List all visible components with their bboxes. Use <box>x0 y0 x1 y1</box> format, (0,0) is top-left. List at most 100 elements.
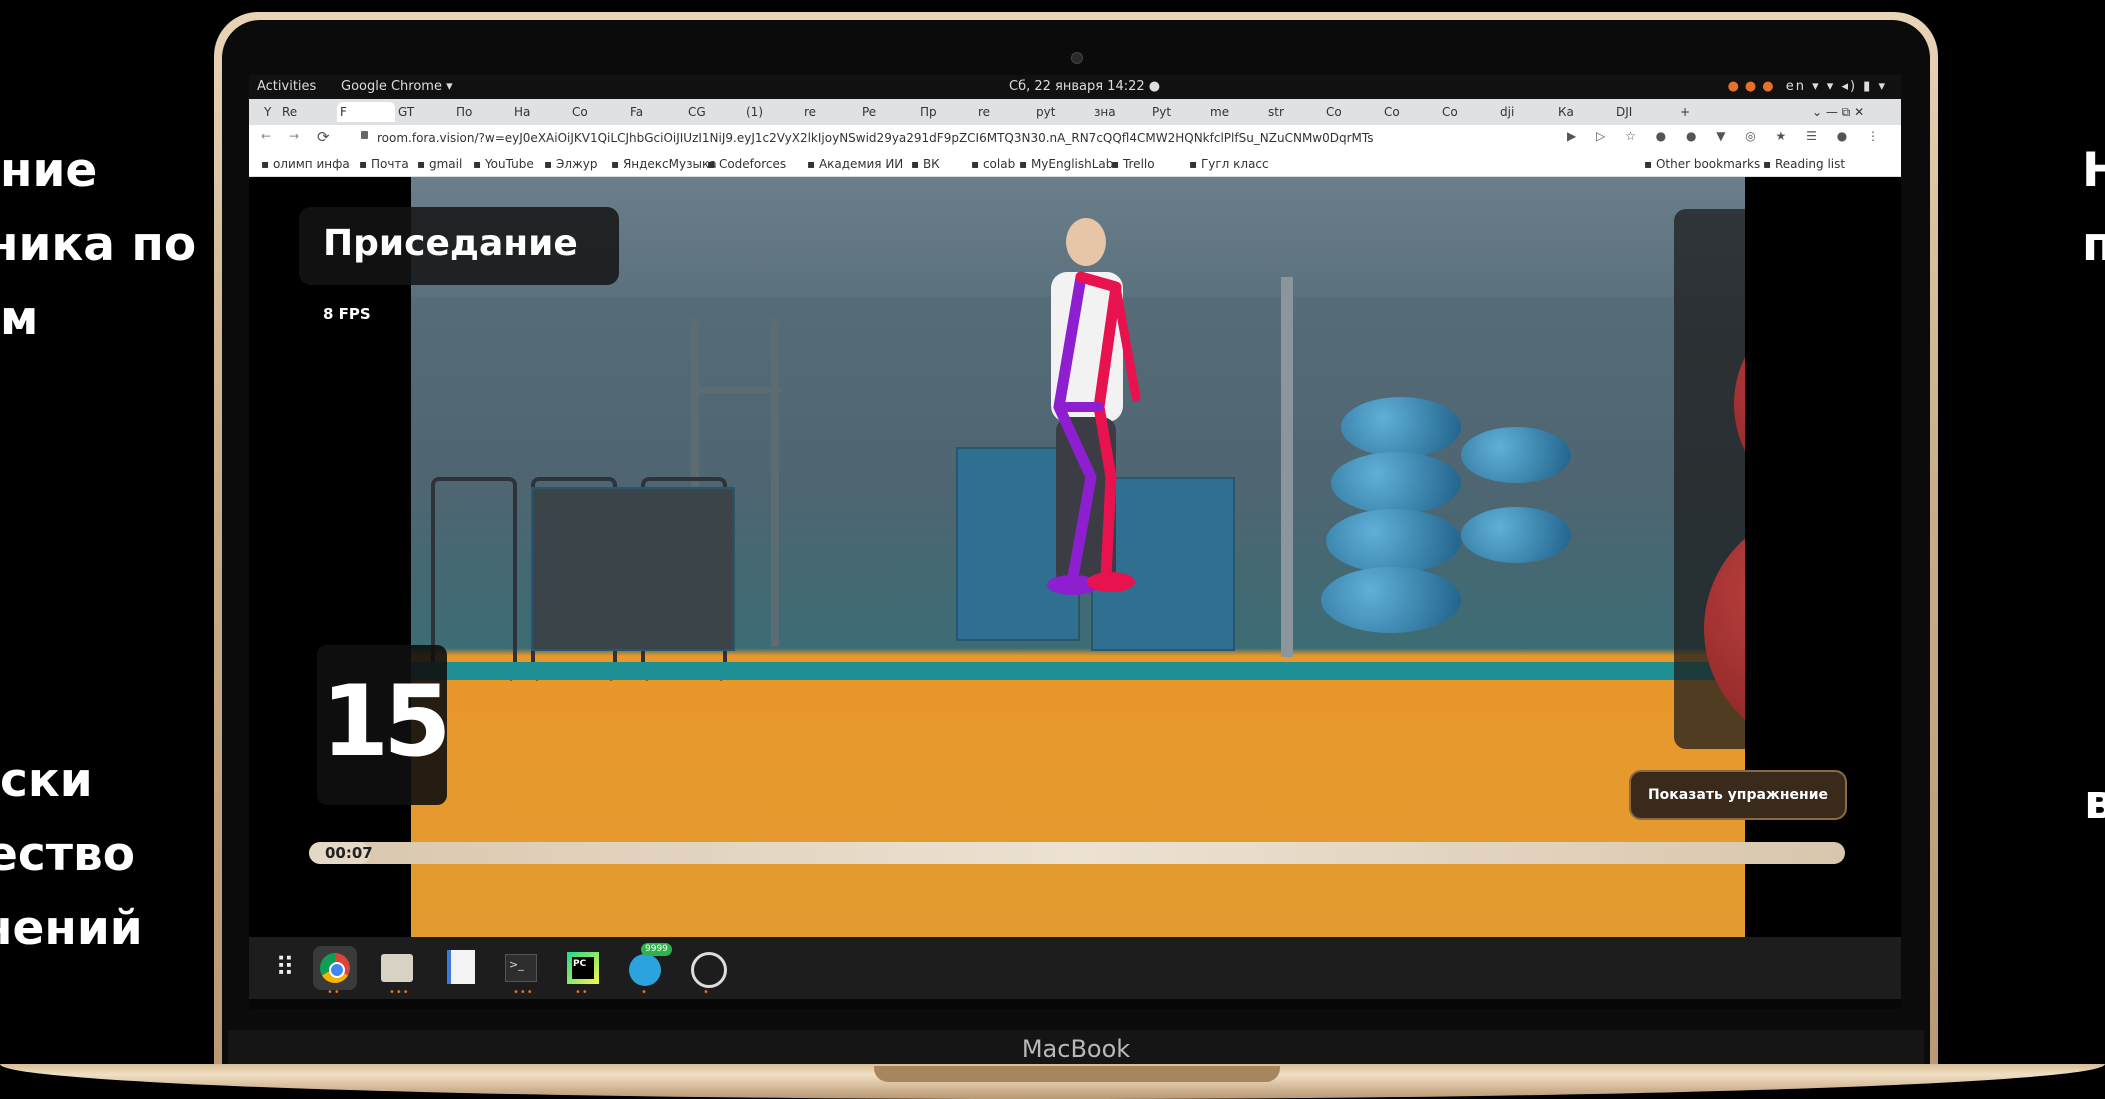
docs-icon[interactable] <box>437 946 481 990</box>
running-indicator: • <box>641 987 648 998</box>
browser-tab[interactable]: F <box>337 102 395 122</box>
browser-tab[interactable]: pyt <box>1033 102 1091 122</box>
browser-tab[interactable]: dji <box>1497 102 1555 122</box>
browser-tab[interactable]: Co <box>1323 102 1381 122</box>
tab-menu-icon[interactable]: Y <box>261 102 274 122</box>
browser-tab[interactable]: Pyt <box>1149 102 1207 122</box>
running-indicator: ••• <box>389 987 410 998</box>
browser-tab[interactable]: На <box>511 102 569 122</box>
browser-tab[interactable]: Fa <box>627 102 685 122</box>
caption-line: ество <box>0 827 136 882</box>
fitness-ball <box>1704 509 1745 749</box>
laptop-notch <box>874 1066 1280 1082</box>
browser-tab[interactable]: GT <box>395 102 453 122</box>
telegram-unread-badge: 9999 <box>641 943 672 956</box>
lock-icon[interactable] <box>361 131 368 139</box>
browser-tab[interactable]: Ка <box>1555 102 1613 122</box>
workout-progress-bar[interactable] <box>309 842 1845 864</box>
browser-tab[interactable]: Re <box>279 102 337 122</box>
bookmark-item[interactable]: ▪ Other bookmarks <box>1644 157 1760 171</box>
language-indicator[interactable]: en ▾ <box>1786 79 1821 94</box>
network-volume-power-icon[interactable]: ▾ ◂) ▮ ▾ <box>1827 79 1887 94</box>
bookmark-item[interactable]: ▪ Академия ИИ <box>807 157 903 171</box>
bookmark-item[interactable]: ▪ Элжур <box>544 157 598 171</box>
running-indicator: •• <box>327 987 341 998</box>
browser-tab[interactable]: Co <box>1381 102 1439 122</box>
browser-tab-strip: Y Re F GT По На Co Fa CG (1) re Pe Пр re pyt зна Pyt me s… <box>249 99 1901 125</box>
browser-tab[interactable]: Pe <box>859 102 917 122</box>
app-menu[interactable]: Google Chrome ▾ <box>341 79 453 94</box>
browser-toolbar: ← → ⟳ room.fora.vision/?w=eyJ0eXAiOiJKV1… <box>249 125 1901 152</box>
bookmark-item[interactable]: ▪ YouTube <box>473 157 534 171</box>
browser-tab[interactable]: (1) <box>743 102 801 122</box>
show-exercise-button[interactable]: Показать упражнение <box>1629 770 1847 820</box>
browser-tab[interactable]: str <box>1265 102 1323 122</box>
obs-icon[interactable] <box>685 946 729 990</box>
caption-line: ски <box>0 753 93 808</box>
running-indicator: •• <box>575 987 589 998</box>
browser-tab[interactable]: зна <box>1091 102 1149 122</box>
pycharm-icon[interactable]: PC <box>561 946 605 990</box>
bookmark-item[interactable]: ▪ ВК <box>911 157 940 171</box>
forward-arrow-icon[interactable]: → <box>289 129 299 143</box>
browser-tab[interactable]: Co <box>1439 102 1497 122</box>
browser-tab[interactable]: Пр <box>917 102 975 122</box>
caption-line: ника по <box>0 217 197 272</box>
bookmark-item[interactable]: ▪ Почта <box>359 157 409 171</box>
address-bar[interactable]: room.fora.vision/?w=eyJ0eXAiOiJKV1QiLCJh… <box>377 131 1597 145</box>
fitness-ball <box>1734 299 1745 509</box>
apps-grid-icon[interactable]: ⠿ <box>263 946 307 990</box>
browser-tab[interactable]: По <box>453 102 511 122</box>
reload-icon[interactable]: ⟳ <box>317 128 330 146</box>
bookmark-item[interactable]: ▪ Codeforces <box>707 157 786 171</box>
browser-tab[interactable]: re <box>975 102 1033 122</box>
exercise-preview-panel <box>1674 209 1745 749</box>
terminal-icon[interactable]: >_ <box>499 946 543 990</box>
back-arrow-icon[interactable]: ← <box>261 129 271 143</box>
window-controls-icon[interactable]: ⌄ — ⧉ ✕ <box>1809 102 1867 122</box>
caption-line: в <box>2084 775 2105 830</box>
browser-tab[interactable]: Co <box>569 102 627 122</box>
bookmark-item[interactable]: ▪ ЯндексМузыка <box>611 157 717 171</box>
bookmark-item[interactable]: ▪ Trello <box>1111 157 1155 171</box>
caption-line: м <box>0 291 39 346</box>
running-indicator: • <box>703 987 710 998</box>
bookmarks-bar: ▪ олимп инфа ▪ Почта ▪ gmail ▪ YouTube ▪ Элж… <box>249 152 1901 177</box>
files-icon[interactable] <box>375 946 419 990</box>
right-caption-bottom: в <box>2084 766 2105 840</box>
laptop-screen: Activities Google Chrome ▾ Сб, 22 января… <box>249 75 1901 1009</box>
bookmark-item[interactable]: ▪ Гугл класс <box>1189 157 1269 171</box>
system-tray[interactable]: ●●● en ▾ ▾ ◂) ▮ ▾ <box>1728 79 1887 94</box>
pose-overlay <box>1047 218 1141 595</box>
person-head <box>1066 218 1106 266</box>
browser-tab[interactable]: CG <box>685 102 743 122</box>
left-caption-top: ние ника по м <box>0 134 205 356</box>
exercise-title: Приседание <box>323 223 578 264</box>
running-indicator: ••• <box>513 987 534 998</box>
browser-tab[interactable]: re <box>801 102 859 122</box>
clock[interactable]: Сб, 22 января 14:22 ● <box>1009 79 1160 94</box>
caption-line: Н <box>2082 143 2105 198</box>
right-caption-top: Н п <box>2082 134 2105 282</box>
rep-counter: 15 <box>321 665 451 779</box>
bookmark-item[interactable]: ▪ gmail <box>417 157 462 171</box>
fps-counter: 8 FPS <box>323 305 371 323</box>
camera-feed <box>411 177 1745 937</box>
skeleton-right-foot <box>1087 572 1135 592</box>
tray-icons[interactable]: ●●● <box>1728 79 1780 94</box>
bookmark-item[interactable]: ▪ олимп инфа <box>261 157 350 171</box>
webcam-icon <box>1071 52 1083 64</box>
browser-tab[interactable]: DJI <box>1613 102 1671 122</box>
extension-icons[interactable]: ▶ ▷ ☆ ● ● ▼ ◎ ★ ☰ ● ⋮ <box>1567 129 1887 143</box>
chrome-icon[interactable] <box>313 946 357 990</box>
activities-button[interactable]: Activities <box>257 79 316 94</box>
caption-line: нений <box>0 901 143 956</box>
new-tab-icon[interactable]: + <box>1677 102 1693 122</box>
left-caption-bottom: ски ество нений <box>0 744 205 966</box>
bookmark-item[interactable]: ▪ MyEnglishLab <box>1019 157 1113 171</box>
bookmark-item[interactable]: ▪ Reading list <box>1763 157 1845 171</box>
bookmark-item[interactable]: ▪ colab <box>971 157 1015 171</box>
browser-tab[interactable]: me <box>1207 102 1265 122</box>
system-top-bar: Activities Google Chrome ▾ Сб, 22 января… <box>249 75 1901 99</box>
caption-line: ние <box>0 143 98 198</box>
